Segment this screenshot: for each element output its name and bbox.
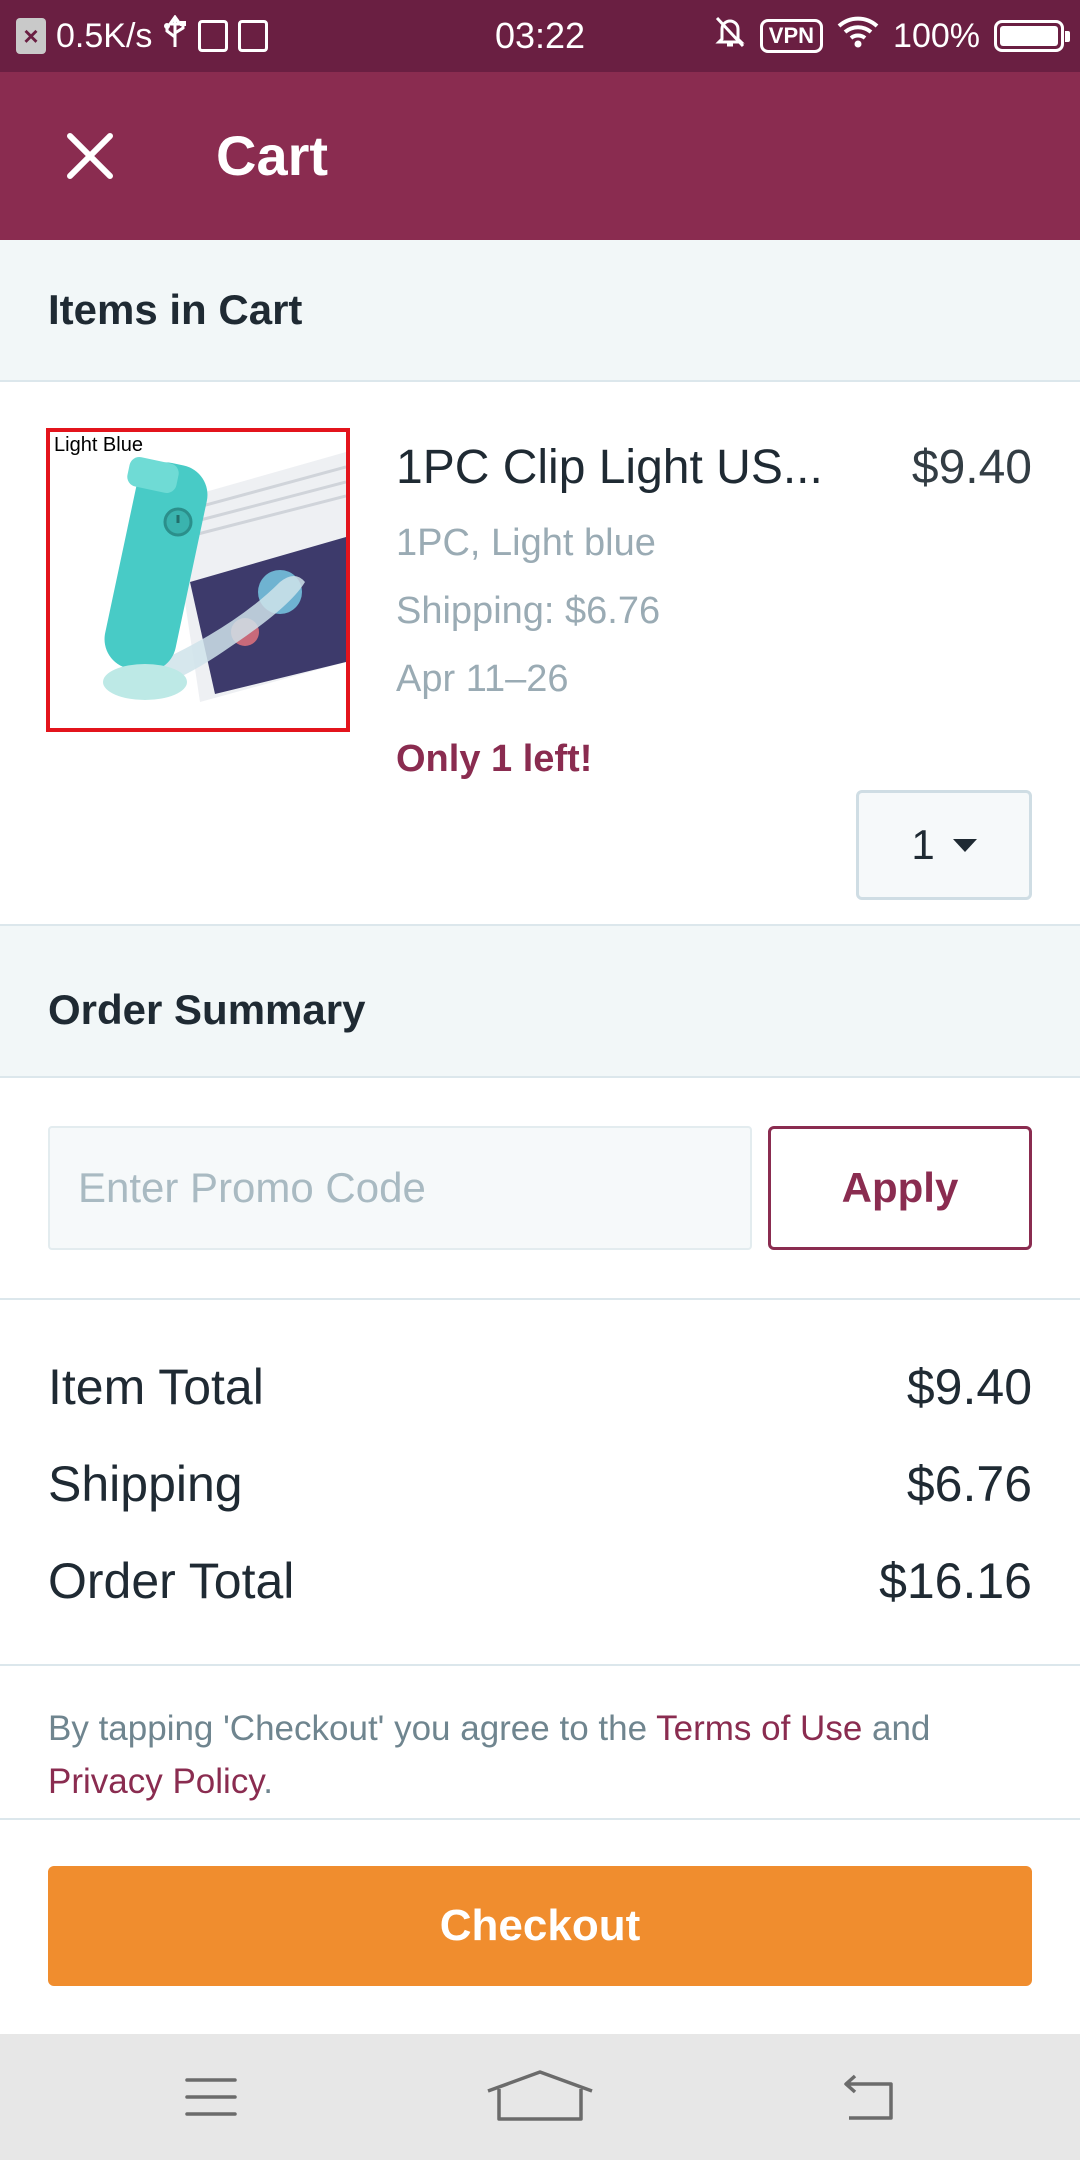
home-icon [487, 2070, 593, 2121]
divider [0, 1664, 1080, 1666]
mute-bell-icon [714, 15, 746, 58]
vpn-badge: VPN [759, 19, 824, 53]
close-icon [67, 133, 113, 179]
order-total-value: $16.16 [879, 1553, 1032, 1609]
clip-light-image [50, 432, 346, 728]
checkout-button[interactable]: Checkout [48, 1866, 1032, 1986]
app-bar: Cart [0, 72, 1080, 240]
divider [0, 1818, 1080, 1820]
nav-back-button[interactable] [814, 2052, 924, 2142]
item-delivery-date: Apr 11–26 [396, 658, 569, 700]
items-section-title: Items in Cart [48, 286, 303, 333]
summary-section-title: Order Summary [48, 986, 366, 1033]
terms-prefix: By tapping 'Checkout' you agree to the [48, 1709, 657, 1748]
shipping-value: $6.76 [906, 1456, 1032, 1512]
quantity-value: 1 [911, 821, 935, 868]
apply-promo-button[interactable]: Apply [768, 1126, 1032, 1250]
item-total-label: Item Total [48, 1359, 264, 1415]
status-bar: × 0.5K/s 03:22 VPN 100% [0, 0, 1080, 72]
summary-section-header: Order Summary [0, 924, 1080, 1078]
stock-warning: Only 1 left! [396, 738, 593, 780]
page-title: Cart [216, 124, 329, 187]
shipping-label: Shipping [48, 1456, 243, 1512]
image-variant-label: Light Blue [54, 434, 143, 456]
item-price: $9.40 [911, 441, 1032, 494]
menu-icon [185, 2078, 237, 2116]
terms-text: By tapping 'Checkout' you agree to the T… [48, 1702, 1032, 1808]
wifi-icon [837, 16, 879, 57]
battery-icon [994, 20, 1070, 52]
terms-of-use-link[interactable]: Terms of Use [656, 1709, 862, 1748]
back-icon [844, 2074, 893, 2120]
product-image[interactable]: Light Blue [46, 428, 350, 732]
system-nav-bar [0, 2034, 1080, 2160]
promo-code-input[interactable] [48, 1126, 752, 1250]
privacy-policy-link[interactable]: Privacy Policy [48, 1762, 263, 1801]
battery-percent: 100% [893, 16, 980, 55]
nav-menu-button[interactable] [156, 2052, 266, 2142]
nav-home-button[interactable] [485, 2052, 595, 2142]
divider [0, 1298, 1080, 1300]
terms-suffix: . [263, 1762, 273, 1801]
item-name[interactable]: 1PC Clip Light US... [396, 440, 826, 495]
quantity-dropdown[interactable]: 1 [856, 790, 1032, 900]
chevron-down-icon [952, 838, 977, 852]
item-shipping: Shipping: $6.76 [396, 590, 661, 632]
items-section-header: Items in Cart [0, 240, 1080, 382]
status-right: VPN 100% [714, 0, 1070, 72]
item-total-value: $9.40 [906, 1359, 1032, 1415]
close-button[interactable] [48, 114, 132, 198]
terms-middle: and [862, 1709, 931, 1748]
order-total-label: Order Total [48, 1553, 295, 1609]
item-variant: 1PC, Light blue [396, 522, 656, 564]
